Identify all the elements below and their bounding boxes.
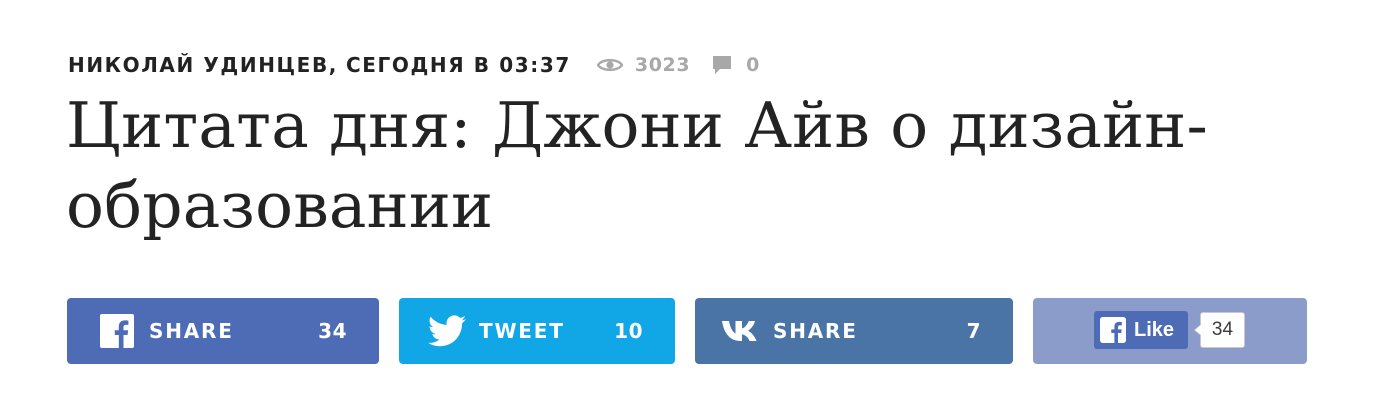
facebook-icon — [97, 311, 137, 351]
comment-icon — [713, 56, 732, 74]
facebook-share-label: SHARE — [149, 319, 234, 343]
facebook-like-label: Like — [1134, 318, 1175, 341]
article-header: НИКОЛАЙ УДИНЦЕВ, СЕГОДНЯ В 03:37 3023 0 … — [0, 0, 1380, 412]
vk-share-button[interactable]: SHARE 7 — [695, 298, 1013, 364]
views-count: 3023 — [634, 54, 691, 76]
article-meta: НИКОЛАЙ УДИНЦЕВ, СЕГОДНЯ В 03:37 3023 0 — [68, 50, 760, 80]
views-stat: 3023 — [596, 54, 691, 76]
comments-count: 0 — [746, 54, 760, 76]
twitter-tweet-count: 10 — [614, 319, 643, 343]
publish-date: СЕГОДНЯ В 03:37 — [346, 53, 571, 77]
twitter-tweet-button[interactable]: TWEET 10 — [399, 298, 675, 364]
facebook-like-count: 34 — [1194, 312, 1245, 348]
facebook-share-count: 34 — [318, 319, 347, 343]
article-title: Цитата дня: Джони Айв о дизайн-образован… — [66, 89, 1208, 242]
vk-share-count: 7 — [966, 319, 981, 343]
twitter-icon — [427, 311, 467, 351]
facebook-like-button[interactable]: Like — [1094, 311, 1188, 349]
comments-stat[interactable]: 0 — [712, 54, 760, 76]
facebook-icon — [1100, 317, 1126, 343]
vk-icon — [721, 311, 761, 351]
meta-separator: , — [328, 53, 338, 77]
facebook-share-button[interactable]: SHARE 34 — [67, 298, 379, 364]
vk-share-label: SHARE — [773, 319, 858, 343]
twitter-tweet-label: TWEET — [479, 319, 565, 343]
eye-icon — [596, 58, 623, 72]
author-link[interactable]: НИКОЛАЙ УДИНЦЕВ — [68, 53, 329, 77]
